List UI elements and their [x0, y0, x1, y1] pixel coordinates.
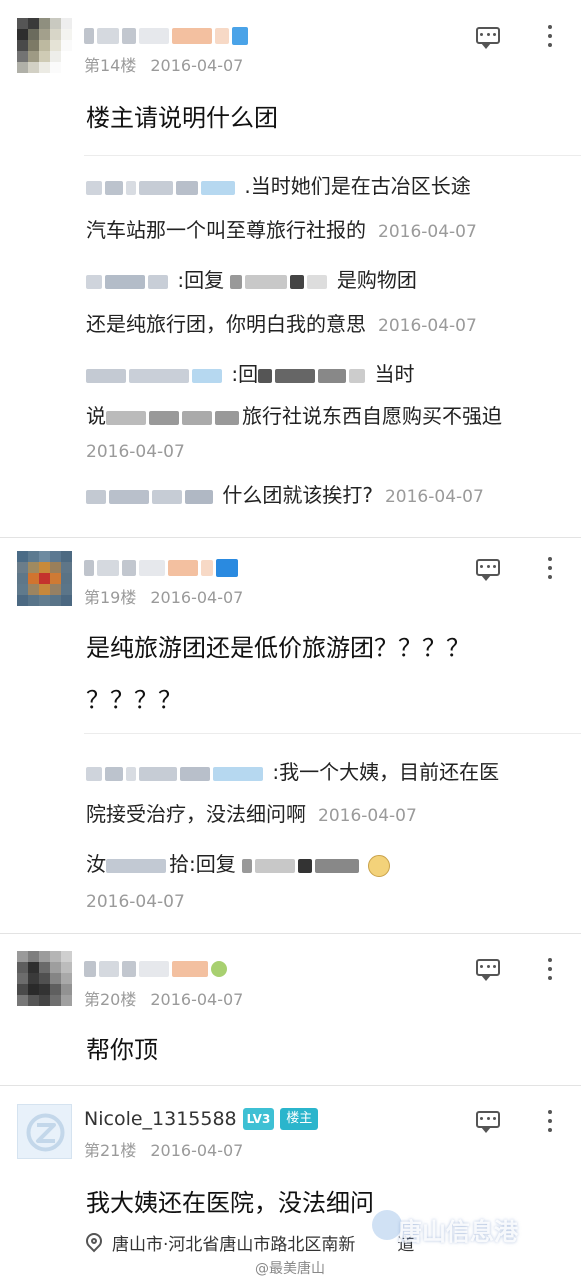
post-content: 是纯旅游团还是低价旅游团？？？？: [86, 634, 470, 662]
reply-date: 2016-04-07: [378, 222, 477, 242]
reply-item-cont: 2016-04-07: [86, 878, 185, 924]
avatar[interactable]: [17, 18, 72, 73]
message-icon[interactable]: [472, 1108, 504, 1134]
post-meta: 第20楼 2016-04-07: [84, 986, 243, 1010]
post-meta: 第21楼 2016-04-07: [84, 1137, 243, 1161]
reply-text: 什么团就该挨打?: [222, 483, 373, 507]
post-date: 2016-04-07: [150, 1141, 244, 1160]
username-obscured[interactable]: [84, 24, 248, 48]
emoji-icon: [368, 854, 391, 877]
default-avatar-icon: [26, 1113, 65, 1152]
floor-number: 第21楼: [84, 1141, 137, 1160]
location-text: 唐山市·河北省唐山市路北区南新: [112, 1235, 356, 1255]
post-divider: [0, 1085, 581, 1086]
username-obscured[interactable]: [84, 556, 238, 580]
reply-item-cont: 汽车站那一个叫至尊旅行社报的 2016-04-07: [86, 208, 477, 254]
post-divider: [0, 537, 581, 538]
message-icon[interactable]: [472, 24, 504, 50]
avatar[interactable]: [17, 951, 72, 1006]
post-content: 楼主请说明什么团: [86, 104, 278, 132]
location-pin-icon: [82, 1229, 106, 1253]
reply-item[interactable]: 什么团就该挨打? 2016-04-07: [86, 473, 484, 519]
message-icon[interactable]: [472, 956, 504, 982]
reply-text: 汝: [86, 852, 106, 876]
reply-text: :我一个大姨，目前还在医: [272, 760, 500, 784]
location-row[interactable]: 唐山市·河北省唐山市路北区南新道: [82, 1229, 414, 1255]
level-badge: LV3: [242, 1108, 275, 1130]
more-icon[interactable]: [540, 22, 560, 50]
reply-date: 2016-04-07: [86, 892, 185, 912]
reply-item-cont: 还是纯旅行团，你明白我的意思 2016-04-07: [86, 302, 477, 348]
reply-text: :回: [231, 362, 259, 386]
floor-number: 第20楼: [84, 990, 137, 1009]
reply-item[interactable]: :回复 是购物团: [86, 258, 417, 302]
post-divider: [0, 933, 581, 934]
op-badge: 楼主: [280, 1108, 319, 1130]
more-icon[interactable]: [540, 955, 560, 983]
reply-text: .当时她们是在古冶区长途: [244, 174, 471, 198]
post-content: 我大姨还在医院，没法细问: [86, 1189, 374, 1217]
reply-text: :回复: [177, 268, 231, 292]
more-icon[interactable]: [540, 554, 560, 582]
reply-item-cont: 2016-04-07: [86, 428, 185, 474]
avatar[interactable]: [17, 551, 72, 606]
avatar[interactable]: [17, 1104, 72, 1159]
post-date: 2016-04-07: [150, 56, 244, 75]
post-date: 2016-04-07: [150, 588, 244, 607]
username-obscured[interactable]: [84, 957, 227, 981]
message-icon[interactable]: [472, 556, 504, 582]
post-content: 帮你顶: [86, 1036, 158, 1064]
post-meta: 第19楼 2016-04-07: [84, 584, 243, 608]
watermark-brand: 唐山信息港: [398, 1218, 518, 1246]
reply-text: 当时: [374, 362, 415, 386]
reply-date: 2016-04-07: [318, 806, 417, 826]
reply-text: 院接受治疗，没法细问啊: [86, 802, 306, 826]
more-icon[interactable]: [540, 1107, 560, 1135]
reply-text: 是购物团: [336, 268, 417, 292]
reply-text: 汽车站那一个叫至尊旅行社报的: [86, 218, 366, 242]
reply-text: 还是纯旅行团，你明白我的意思: [86, 312, 366, 336]
reply-text: 旅行社说东西自愿购买不强迫: [242, 404, 502, 428]
floor-number: 第19楼: [84, 588, 137, 607]
reply-item[interactable]: :回 当时: [86, 352, 414, 396]
reply-item[interactable]: .当时她们是在古冶区长途: [86, 164, 471, 208]
reply-text: 拾:回复: [169, 852, 243, 876]
post-date: 2016-04-07: [150, 990, 244, 1009]
reply-separator: [84, 733, 581, 734]
weibo-watermark: @最美唐山: [255, 1261, 325, 1277]
post-content-cont: ？？？？: [86, 686, 182, 714]
post-meta: 第14楼 2016-04-07: [84, 52, 243, 76]
reply-text: 说: [86, 404, 106, 428]
reply-separator: [84, 155, 581, 156]
reply-date: 2016-04-07: [86, 442, 185, 462]
reply-date: 2016-04-07: [378, 316, 477, 336]
reply-date: 2016-04-07: [384, 487, 484, 507]
username[interactable]: Nicole_1315588: [84, 1108, 237, 1130]
floor-number: 第14楼: [84, 56, 137, 75]
reply-item[interactable]: :我一个大姨，目前还在医: [86, 750, 499, 794]
reply-item-cont: 院接受治疗，没法细问啊 2016-04-07: [86, 792, 417, 838]
username-row: Nicole_1315588 LV3 楼主: [84, 1107, 319, 1131]
